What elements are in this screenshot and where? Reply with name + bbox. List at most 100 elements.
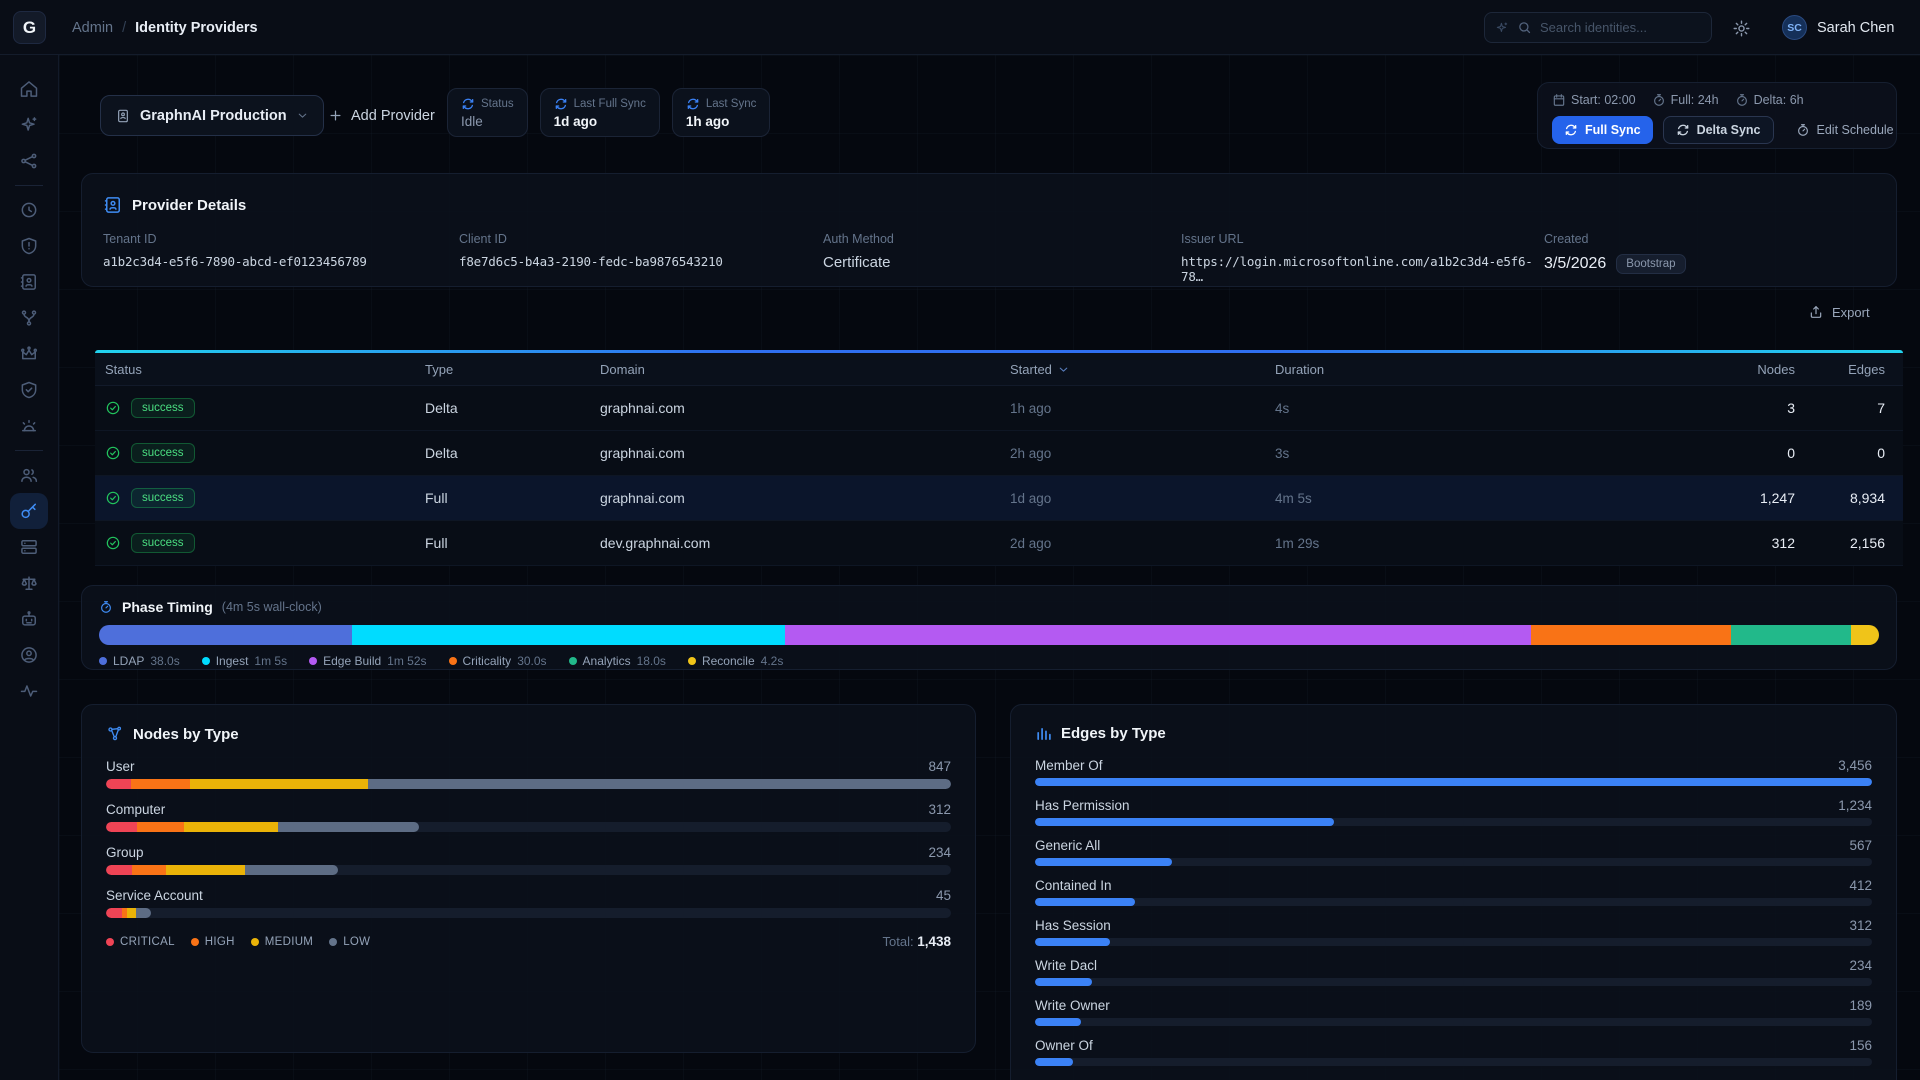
bar-fill [106,865,338,875]
app-logo[interactable]: G [13,11,46,44]
bar-track [1035,938,1872,946]
phase-timing-legend: LDAP 38.0s Ingest 1m 5s Edge Build 1m 52… [99,654,1879,668]
sidebar-item-server[interactable] [10,529,48,565]
table-row[interactable]: successDeltagraphnai.com1h ago4s37 [95,386,1903,431]
check-circle-icon [105,400,121,416]
column-header-started[interactable]: Started [1010,362,1275,377]
sparkles-icon [19,115,39,135]
field-auth-method: Auth MethodCertificate [823,232,1181,284]
avatar[interactable]: SC [1782,15,1807,40]
field-value: f8e7d6c5-b4a3-2190-fedc-ba9876543210 [459,254,823,269]
nodes-total: Total: 1,438 [883,934,951,949]
chip-last-full-sync[interactable]: Last Full Sync1d ago [540,88,660,137]
provider-details-fields: Tenant IDa1b2c3d4-e5f6-7890-abcd-ef01234… [103,232,1872,284]
cell-nodes: 1,247 [1760,490,1795,506]
sync-icon [1676,123,1690,137]
sidebar-item-crown[interactable] [10,336,48,372]
edge-type-count: 312 [1849,918,1872,933]
provider-selector[interactable]: GraphnAI Production [100,95,324,136]
edges-by-type-panel: Edges by Type Member Of 3,456 Has Permis… [1010,704,1897,1080]
phase-name: LDAP [113,654,144,668]
column-header-status[interactable]: Status [105,362,425,377]
bar-fill [1035,1058,1073,1066]
column-header-type[interactable]: Type [425,362,600,377]
bar-fill [1035,938,1110,946]
status-cell: success [105,398,425,418]
export-button[interactable]: Export [1808,304,1870,320]
sidebar-item-history[interactable] [10,192,48,228]
severity-segment [184,822,278,832]
delta-sync-button[interactable]: Delta Sync [1663,116,1774,144]
sidebar-item-home[interactable] [10,71,48,107]
column-header-edges[interactable]: Edges [1848,362,1885,377]
sidebar-item-branch[interactable] [10,300,48,336]
timer-icon [99,600,113,614]
cell-started: 1h ago [1010,401,1275,416]
column-header-nodes[interactable]: Nodes [1757,362,1795,377]
sidebar-item-id-card[interactable] [10,264,48,300]
table-row[interactable]: successFulldev.graphnai.com2d ago1m 29s3… [95,521,1903,566]
breadcrumb-admin[interactable]: Admin [72,20,113,36]
sidebar-item-users[interactable] [10,457,48,493]
shield-alert-icon [19,236,39,256]
sidebar-item-activity[interactable] [10,673,48,709]
legend-dot [99,657,107,665]
field-tenant-id: Tenant IDa1b2c3d4-e5f6-7890-abcd-ef01234… [103,232,459,284]
severity-segment [245,865,338,875]
edge-type-count: 1,234 [1838,798,1872,813]
sidebar-item-scale[interactable] [10,565,48,601]
sync-icon [1564,123,1578,137]
bar-track [1035,1058,1872,1066]
sidebar-item-key[interactable] [10,493,48,529]
search-input[interactable] [1540,20,1716,35]
full-sync-label: Full Sync [1585,123,1641,137]
edge-type-name: Has Session [1035,918,1111,933]
severity-segment [106,865,132,875]
status-cell: success [105,488,425,508]
severity-segment [368,779,951,789]
table-row[interactable]: successFullgraphnai.com1d ago4m 5s1,2478… [95,476,1903,521]
phase-duration: 1m 5s [254,654,287,668]
cell-nodes: 0 [1787,445,1795,461]
edges-panel-title: Edges by Type [1061,725,1166,742]
sparkles-icon [1495,21,1509,35]
table-row[interactable]: successDeltagraphnai.com2h ago3s00 [95,431,1903,476]
column-header-domain[interactable]: Domain [600,362,1010,377]
phase-segment-analytics [1731,625,1851,645]
branch-icon [19,308,39,328]
breadcrumb: Admin / Identity Providers [72,0,258,55]
sidebar-item-shield-alert[interactable] [10,228,48,264]
full-sync-button[interactable]: Full Sync [1552,116,1653,144]
sync-history-table: StatusTypeDomainStartedDuration Nodes Edge… [95,350,1903,566]
id-badge-icon [115,108,131,124]
chip-last-sync[interactable]: Last Sync1h ago [672,88,771,137]
nodes-panel-header: Nodes by Type [106,725,951,743]
settings-gear-icon[interactable] [1728,15,1754,41]
phase-legend-reconcile: Reconcile 4.2s [688,654,783,668]
edit-schedule-button[interactable]: Edit Schedule [1784,116,1906,144]
sidebar-item-shield-check[interactable] [10,372,48,408]
sidebar-item-flow[interactable] [10,143,48,179]
nodes-bars: User 847 Computer 312 Group 234 Service … [106,759,951,918]
search-box[interactable] [1484,12,1712,43]
field-value: https://login.microsoftonline.com/a1b2c3… [1181,254,1544,284]
shield-check-icon [19,380,39,400]
edge-type-name: Member Of [1035,758,1103,773]
field-value: Certificate [823,254,1181,271]
sidebar-item-siren[interactable] [10,408,48,444]
legend-dot [329,938,337,946]
severity-legend-medium: MEDIUM [251,936,313,948]
add-provider-button[interactable]: Add Provider [318,95,445,136]
legend-dot [309,657,317,665]
edge-type-row: Write Owner 189 [1035,998,1872,1026]
sidebar-item-sparkles[interactable] [10,107,48,143]
bar-track [106,908,951,918]
sidebar-item-user-circle[interactable] [10,637,48,673]
severity-segment [106,822,137,832]
sidebar-item-bot[interactable] [10,601,48,637]
phase-segment-ingest [352,625,785,645]
column-header-duration[interactable]: Duration [1275,362,1575,377]
chevron-down-icon [296,109,309,122]
bar-chart-icon [1035,725,1052,742]
chip-status[interactable]: StatusIdle [447,88,528,137]
